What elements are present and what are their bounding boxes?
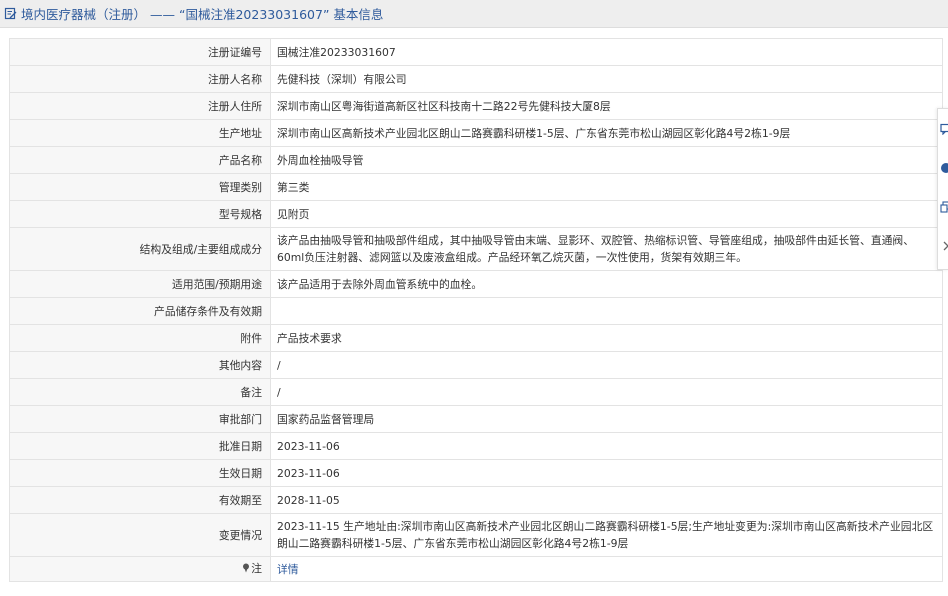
table-row: 附件 产品技术要求 xyxy=(9,324,943,352)
row-value: 国家药品监督管理局 xyxy=(270,405,943,433)
table-row: 产品储存条件及有效期 xyxy=(9,297,943,325)
row-label: 生效日期 xyxy=(9,459,271,487)
title-record: “国械注准20233031607” 基本信息 xyxy=(178,7,384,22)
note-value: 详情 xyxy=(270,556,943,582)
registration-info-table: 注册证编号 国械注准20233031607 注册人名称 先健科技（深圳）有限公司… xyxy=(9,38,943,582)
details-link[interactable]: 详情 xyxy=(277,563,299,576)
row-label: 注册证编号 xyxy=(9,38,271,66)
table-row-note: 注 详情 xyxy=(9,556,943,582)
table-row: 生产地址 深圳市南山区高新技术产业园北区朗山二路赛霸科研楼1-5层、广东省东莞市… xyxy=(9,119,943,147)
row-value: 第三类 xyxy=(270,173,943,201)
note-label-cell: 注 xyxy=(9,556,271,582)
row-value: 见附页 xyxy=(270,200,943,228)
table-row: 批准日期 2023-11-06 xyxy=(9,432,943,460)
row-value: 产品技术要求 xyxy=(270,324,943,352)
row-value: 2023-11-15 生产地址由:深圳市南山区高新技术产业园北区朗山二路赛霸科研… xyxy=(270,513,943,557)
info-icon[interactable] xyxy=(940,162,948,176)
table-row: 产品名称 外周血栓抽吸导管 xyxy=(9,146,943,174)
row-value: 深圳市南山区高新技术产业园北区朗山二路赛霸科研楼1-5层、广东省东莞市松山湖园区… xyxy=(270,119,943,147)
row-value xyxy=(270,297,943,325)
table-row: 注册证编号 国械注准20233031607 xyxy=(9,38,943,66)
table-row: 有效期至 2028-11-05 xyxy=(9,486,943,514)
chevron-right-icon[interactable] xyxy=(940,240,948,254)
row-value: 先健科技（深圳）有限公司 xyxy=(270,65,943,93)
table-row: 备注 / xyxy=(9,378,943,406)
row-label: 变更情况 xyxy=(9,513,271,557)
table-row: 审批部门 国家药品监督管理局 xyxy=(9,405,943,433)
table-row: 变更情况 2023-11-15 生产地址由:深圳市南山区高新技术产业园北区朗山二… xyxy=(9,513,943,557)
copy-icon[interactable] xyxy=(940,201,948,215)
floating-sidebar xyxy=(937,108,948,270)
table-row: 生效日期 2023-11-06 xyxy=(9,459,943,487)
page-title: 境内医疗器械（注册） —— “国械注准20233031607” 基本信息 xyxy=(21,4,383,23)
row-label: 产品名称 xyxy=(9,146,271,174)
row-value: 该产品由抽吸导管和抽吸部件组成，其中抽吸导管由末端、显影环、双腔管、热缩标识管、… xyxy=(270,227,943,271)
row-value: 2028-11-05 xyxy=(270,486,943,514)
row-value: 2023-11-06 xyxy=(270,432,943,460)
table-row: 适用范围/预期用途 该产品适用于去除外周血管系统中的血栓。 xyxy=(9,270,943,298)
note-label: 注 xyxy=(251,562,262,576)
row-value: 国械注准20233031607 xyxy=(270,38,943,66)
row-label: 适用范围/预期用途 xyxy=(9,270,271,298)
row-label: 结构及组成/主要组成成分 xyxy=(9,227,271,271)
row-label: 备注 xyxy=(9,378,271,406)
row-label: 附件 xyxy=(9,324,271,352)
row-label: 管理类别 xyxy=(9,173,271,201)
title-separator: —— xyxy=(150,7,175,22)
table-row: 注册人名称 先健科技（深圳）有限公司 xyxy=(9,65,943,93)
row-value: / xyxy=(270,378,943,406)
row-label: 生产地址 xyxy=(9,119,271,147)
row-value: 深圳市南山区粤海街道高新区社区科技南十二路22号先健科技大厦8层 xyxy=(270,92,943,120)
row-label: 批准日期 xyxy=(9,432,271,460)
row-label: 其他内容 xyxy=(9,351,271,379)
pin-icon xyxy=(242,561,250,578)
row-label: 注册人名称 xyxy=(9,65,271,93)
table-row: 结构及组成/主要组成成分 该产品由抽吸导管和抽吸部件组成，其中抽吸导管由末端、显… xyxy=(9,227,943,271)
table-row: 注册人住所 深圳市南山区粤海街道高新区社区科技南十二路22号先健科技大厦8层 xyxy=(9,92,943,120)
edit-icon xyxy=(4,7,18,21)
row-label: 产品储存条件及有效期 xyxy=(9,297,271,325)
row-label: 审批部门 xyxy=(9,405,271,433)
title-section: 境内医疗器械（注册） xyxy=(21,7,147,22)
page-title-bar: 境内医疗器械（注册） —— “国械注准20233031607” 基本信息 xyxy=(0,0,948,28)
row-value: 该产品适用于去除外周血管系统中的血栓。 xyxy=(270,270,943,298)
table-row: 其他内容 / xyxy=(9,351,943,379)
table-row: 型号规格 见附页 xyxy=(9,200,943,228)
row-label: 有效期至 xyxy=(9,486,271,514)
row-label: 型号规格 xyxy=(9,200,271,228)
row-label: 注册人住所 xyxy=(9,92,271,120)
table-row: 管理类别 第三类 xyxy=(9,173,943,201)
message-icon[interactable] xyxy=(940,123,948,137)
row-value: / xyxy=(270,351,943,379)
row-value: 外周血栓抽吸导管 xyxy=(270,146,943,174)
row-value: 2023-11-06 xyxy=(270,459,943,487)
